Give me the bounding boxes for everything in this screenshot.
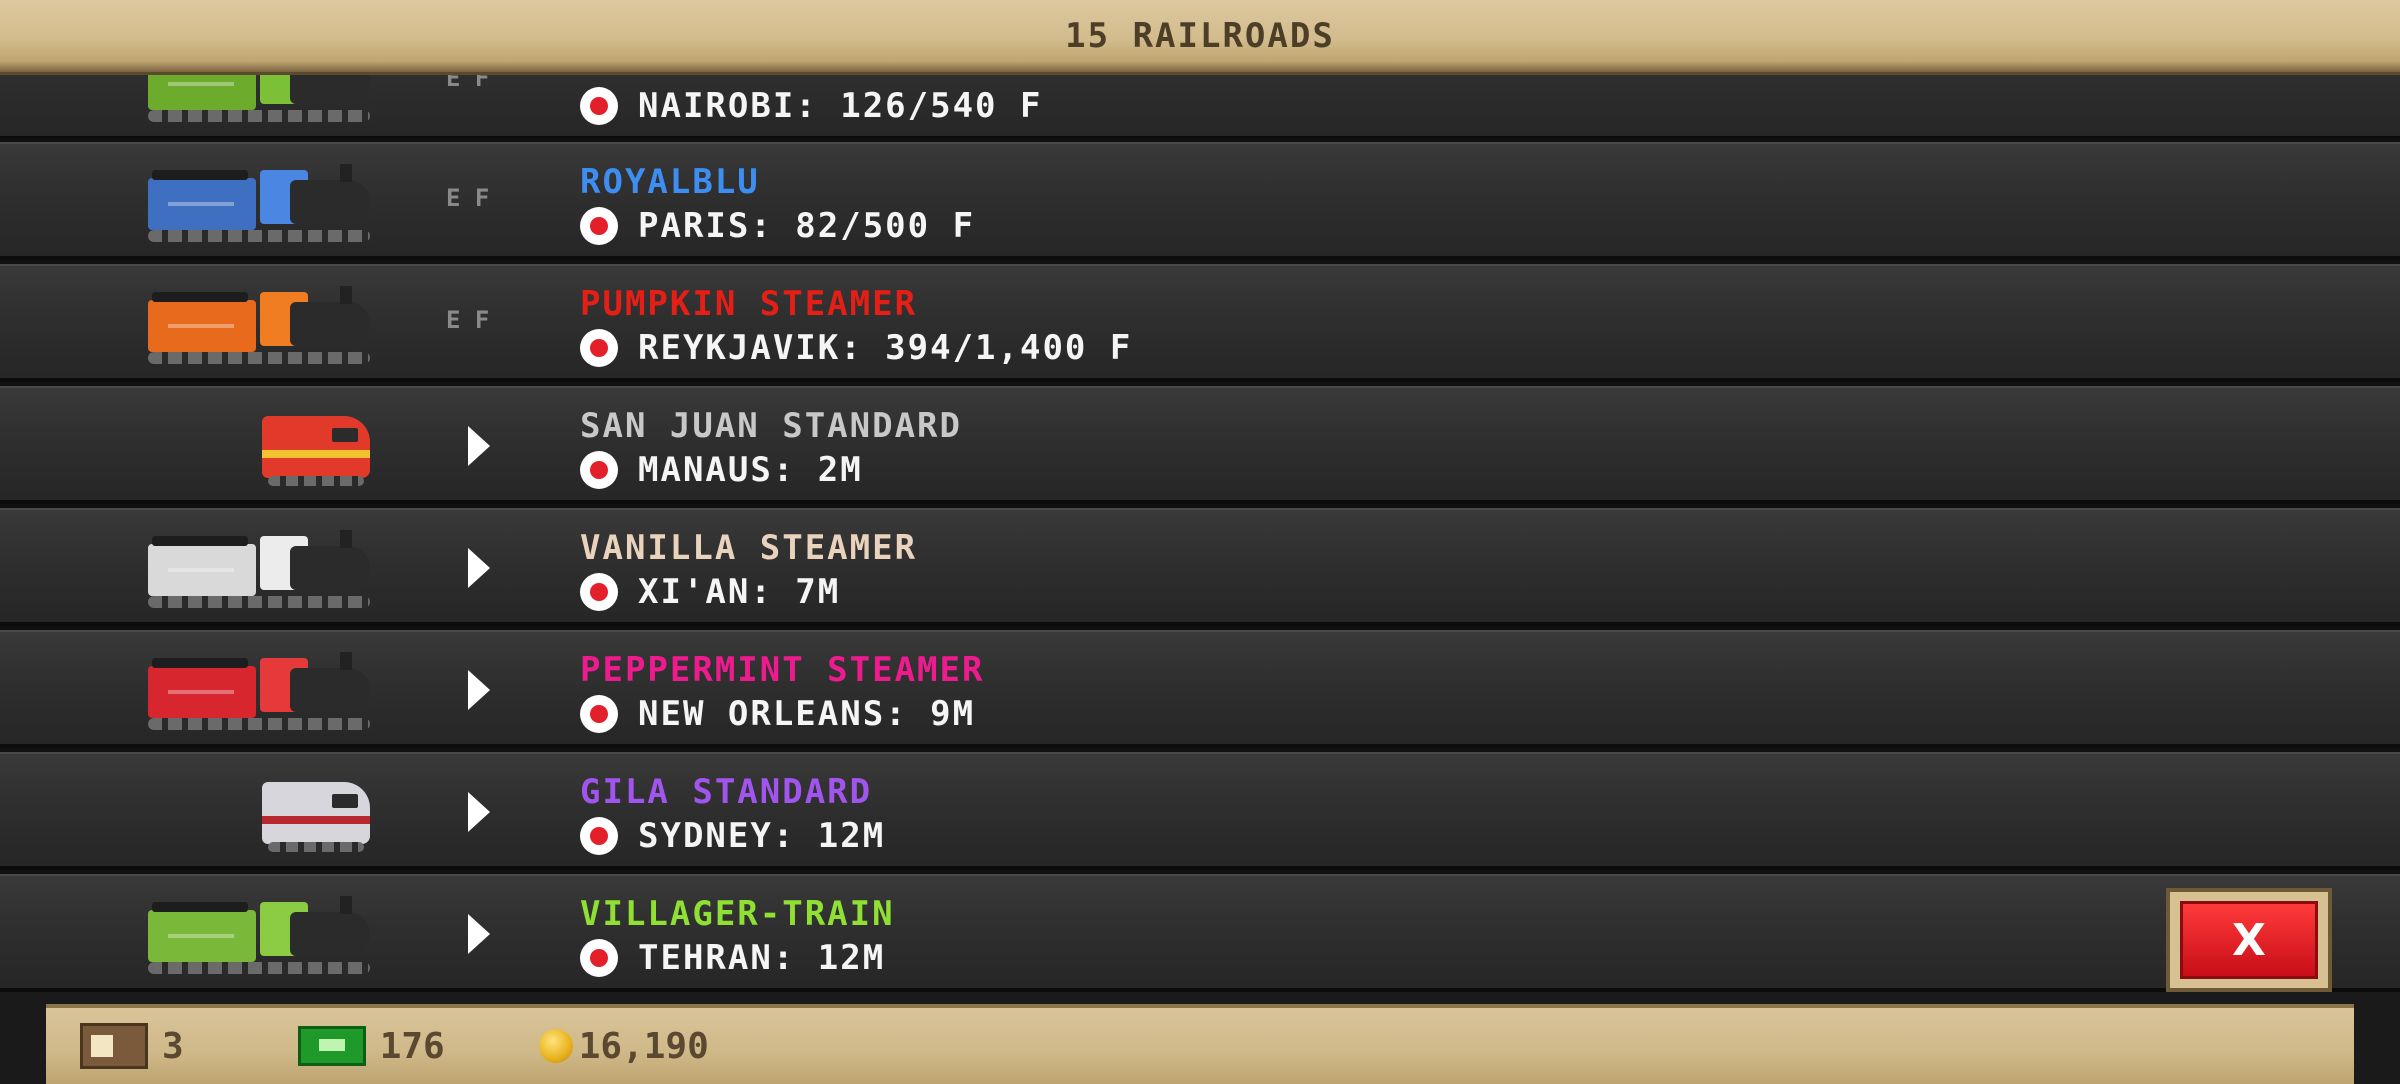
close-icon[interactable]: X [2180,901,2318,979]
fuel-gauge-label: E F [446,306,490,334]
train-list: E F NAIROBI: 126/540 F E F ROYALBLU PARI… [0,0,2400,1000]
resource-bar: 3 176 16,190 [46,1004,2354,1084]
train-name: VANILLA STEAMER [580,528,918,568]
bux-value: 176 [379,1025,445,1067]
train-destination: MANAUS: 2M [580,448,863,492]
train-destination: NEW ORLEANS: 9M [580,692,975,736]
play-icon[interactable] [468,426,490,466]
train-name: GILA STANDARD [580,772,873,812]
play-icon[interactable] [468,670,490,710]
map-pin-icon [580,939,618,977]
coins-value: 16,190 [578,1025,709,1067]
coin-icon [538,1029,573,1063]
page-title: 15 RAILROADS [1065,16,1335,56]
coins-counter: 16,190 [479,1026,709,1067]
train-row-gila-standard[interactable]: GILA STANDARD SYDNEY: 12M [0,748,2400,870]
train-name: VILLAGER-TRAIN [580,894,895,934]
train-row-villager-train[interactable]: VILLAGER-TRAIN TEHRAN: 12M [0,870,2400,992]
train-row-san-juan-standard[interactable]: SAN JUAN STANDARD MANAUS: 2M [0,382,2400,504]
train-destination: REYKJAVIK: 394/1,400 F [580,326,1132,370]
play-icon[interactable] [468,914,490,954]
train-destination: PARIS: 82/500 F [580,204,975,248]
close-button[interactable]: X [2166,888,2332,992]
crates-value: 3 [162,1025,184,1067]
map-pin-icon [580,817,618,855]
title-bar: 15 RAILROADS [0,0,2400,75]
train-row-pumpkin-steamer[interactable]: E F PUMPKIN STEAMER REYKJAVIK: 394/1,400… [0,260,2400,382]
map-pin-icon [580,573,618,611]
train-name: SAN JUAN STANDARD [580,406,962,446]
crates-counter: 3 [80,1023,184,1069]
train-destination: TEHRAN: 12M [580,936,885,980]
train-name: ROYALBLU [580,162,760,202]
cash-icon [297,1026,366,1066]
crate-icon [80,1023,148,1069]
train-row-royalblu[interactable]: E F ROYALBLU PARIS: 82/500 F [0,138,2400,260]
train-row-peppermint-steamer[interactable]: PEPPERMINT STEAMER NEW ORLEANS: 9M [0,626,2400,748]
map-pin-icon [580,695,618,733]
train-row-vanilla-steamer[interactable]: VANILLA STEAMER XI'AN: 7M [0,504,2400,626]
map-pin-icon [580,451,618,489]
play-icon[interactable] [468,548,490,588]
train-destination: SYDNEY: 12M [580,814,885,858]
train-name: PUMPKIN STEAMER [580,284,918,324]
fuel-gauge-icon: E F [446,184,489,212]
fuel-gauge-label: E F [446,184,490,212]
train-destination: XI'AN: 7M [580,570,840,614]
play-icon[interactable] [468,792,490,832]
train-destination: NAIROBI: 126/540 F [580,84,1042,128]
map-pin-icon [580,207,618,245]
map-pin-icon [580,329,618,367]
map-pin-icon [580,87,618,125]
fuel-gauge-icon: E F [446,306,489,334]
train-name: PEPPERMINT STEAMER [580,650,985,690]
bux-counter: 176 [218,1026,445,1067]
